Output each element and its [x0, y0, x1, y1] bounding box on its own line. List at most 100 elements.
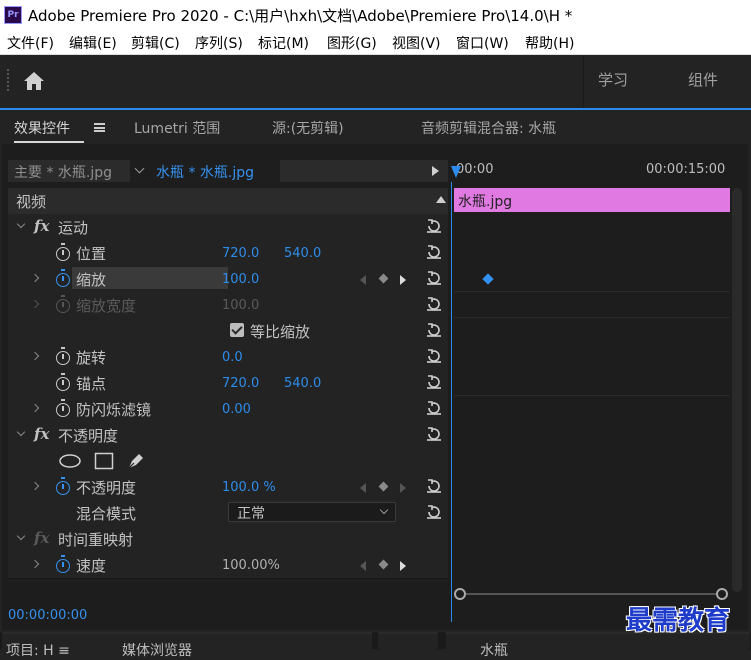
effect-timeline-area[interactable]: [450, 182, 730, 592]
previous-keyframe-icon[interactable]: [360, 275, 366, 285]
anchor-x-value[interactable]: 720.0: [222, 376, 259, 391]
menu-graphics[interactable]: 图形(G): [327, 33, 377, 53]
time-remapping-effect-row[interactable]: fx 时间重映射: [8, 526, 448, 553]
stopwatch-icon[interactable]: [56, 477, 70, 495]
motion-effect-row[interactable]: fx 运动: [8, 214, 448, 241]
reset-icon[interactable]: [426, 374, 442, 390]
reset-icon[interactable]: [426, 270, 442, 286]
uniform-scale-checkbox[interactable]: [230, 323, 244, 337]
chevron-right-icon[interactable]: [30, 403, 40, 413]
reset-icon[interactable]: [426, 244, 442, 260]
zoom-end-handle[interactable]: [716, 588, 728, 600]
play-only-clip-icon[interactable]: [432, 166, 439, 176]
rectangle-mask-icon[interactable]: [94, 452, 114, 470]
workspace-tab-learn[interactable]: 学习: [598, 69, 628, 90]
rotation-value[interactable]: 0.0: [222, 350, 243, 365]
clip-bar[interactable]: 水瓶.jpg: [454, 188, 730, 212]
reset-icon[interactable]: [426, 218, 442, 234]
stopwatch-icon[interactable]: [56, 347, 70, 365]
reset-icon[interactable]: [426, 478, 442, 494]
add-keyframe-icon[interactable]: [378, 273, 389, 284]
fx-icon[interactable]: fx: [34, 217, 49, 235]
timeline-row-divider: [454, 317, 730, 318]
anti-flicker-value[interactable]: 0.00: [222, 402, 251, 417]
chevron-right-icon[interactable]: [30, 559, 40, 569]
tab-audio-clip-mixer[interactable]: 音频剪辑混合器: 水瓶: [421, 118, 556, 138]
keyframe-navigator: [360, 559, 408, 572]
chevron-right-icon[interactable]: [30, 273, 40, 283]
blend-mode-select[interactable]: 正常: [228, 502, 396, 522]
sequence-clip-selector[interactable]: 水瓶 * 水瓶.jpg: [130, 160, 280, 182]
stopwatch-icon[interactable]: [56, 399, 70, 417]
home-icon[interactable]: [22, 70, 46, 92]
next-keyframe-icon[interactable]: [400, 483, 406, 493]
reset-icon[interactable]: [426, 296, 442, 312]
pen-mask-icon[interactable]: [126, 451, 146, 471]
previous-keyframe-icon[interactable]: [360, 561, 366, 571]
previous-keyframe-icon[interactable]: [360, 483, 366, 493]
chevron-right-icon[interactable]: [30, 351, 40, 361]
grip-handle[interactable]: [7, 69, 11, 91]
reset-icon[interactable]: [426, 504, 442, 520]
reset-icon[interactable]: [426, 348, 442, 364]
menu-view[interactable]: 视图(V): [392, 33, 441, 53]
tab-lumetri-scopes[interactable]: Lumetri 范围: [134, 118, 220, 138]
scroll-up-icon[interactable]: [436, 196, 446, 203]
blend-mode-label: 混合模式: [76, 505, 137, 523]
anchor-point-label: 锚点: [76, 375, 107, 393]
chevron-down-icon[interactable]: [16, 427, 26, 437]
speed-value[interactable]: 100.00%: [222, 558, 280, 573]
menu-markers[interactable]: 标记(M): [258, 33, 309, 53]
playhead-marker[interactable]: [451, 166, 461, 178]
rotation-label: 旋转: [76, 349, 107, 367]
reset-icon[interactable]: [426, 322, 442, 338]
vertical-scrollbar[interactable]: [732, 188, 742, 592]
zoom-start-handle[interactable]: [454, 588, 466, 600]
position-property-row: 位置 720.0 540.0: [8, 240, 448, 267]
next-keyframe-icon[interactable]: [400, 561, 406, 571]
panel-menu-icon[interactable]: [94, 123, 105, 132]
reset-icon[interactable]: [426, 426, 442, 442]
anti-flicker-property-row: 防闪烁滤镜 0.00: [8, 396, 448, 423]
position-y-value[interactable]: 540.0: [284, 246, 321, 261]
add-keyframe-icon[interactable]: [378, 481, 389, 492]
menu-window[interactable]: 窗口(W): [456, 33, 509, 53]
chevron-right-icon[interactable]: [30, 481, 40, 491]
menu-help[interactable]: 帮助(H): [525, 33, 574, 53]
stopwatch-icon[interactable]: [56, 269, 70, 287]
horizontal-zoom-scrollbar[interactable]: [454, 588, 730, 600]
menu-file[interactable]: 文件(F): [7, 33, 54, 53]
fx-icon[interactable]: fx: [34, 425, 49, 443]
reset-icon[interactable]: [426, 400, 442, 416]
anchor-y-value[interactable]: 540.0: [284, 376, 321, 391]
stopwatch-icon[interactable]: [56, 373, 70, 391]
current-timecode[interactable]: 00:00:00:00: [8, 608, 87, 623]
chevron-down-icon[interactable]: [16, 531, 26, 541]
zoom-track[interactable]: [460, 593, 722, 595]
speed-label: 速度: [76, 557, 107, 575]
tab-project[interactable]: 项目: H ≡: [6, 640, 70, 660]
scale-value[interactable]: 100.0: [222, 272, 259, 287]
menu-sequence[interactable]: 序列(S): [195, 33, 243, 53]
stopwatch-icon[interactable]: [56, 243, 70, 261]
workspace-tab-assembly[interactable]: 组件: [688, 69, 718, 90]
opacity-effect-label: 不透明度: [58, 427, 119, 445]
opacity-property-row: 不透明度 100.0 %: [8, 474, 448, 501]
rotation-property-row: 旋转 0.0: [8, 344, 448, 371]
add-keyframe-icon[interactable]: [378, 559, 389, 570]
tab-source[interactable]: 源:(无剪辑): [272, 118, 344, 138]
position-x-value[interactable]: 720.0: [222, 246, 259, 261]
anti-flicker-label: 防闪烁滤镜: [76, 401, 152, 419]
tab-effect-controls[interactable]: 效果控件: [14, 118, 70, 138]
opacity-effect-row[interactable]: fx 不透明度: [8, 422, 448, 449]
chevron-down-icon[interactable]: [16, 219, 26, 229]
master-clip-label[interactable]: 主要 * 水瓶.jpg: [14, 162, 112, 182]
tab-sequence[interactable]: 水瓶: [480, 640, 508, 660]
menu-edit[interactable]: 编辑(E): [69, 33, 117, 53]
tab-media-browser[interactable]: 媒体浏览器: [122, 640, 192, 660]
menu-clip[interactable]: 剪辑(C): [131, 33, 180, 53]
next-keyframe-icon[interactable]: [400, 275, 406, 285]
stopwatch-icon[interactable]: [56, 555, 70, 573]
opacity-value[interactable]: 100.0 %: [222, 480, 276, 495]
ellipse-mask-icon[interactable]: [58, 453, 82, 469]
